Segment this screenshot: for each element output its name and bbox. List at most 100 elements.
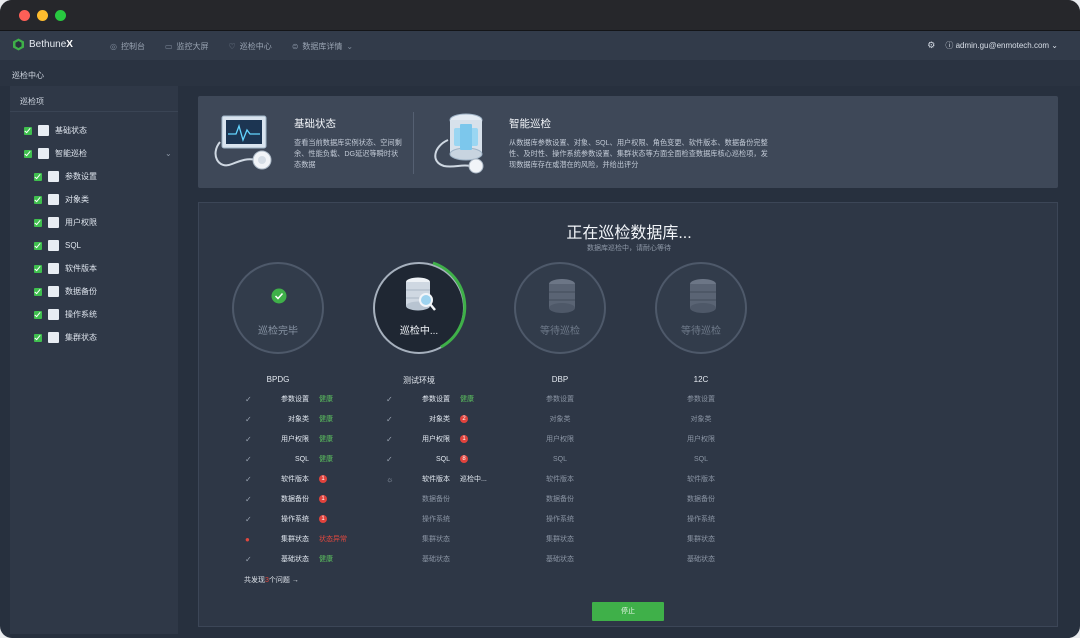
checkbox-icon[interactable] — [34, 287, 42, 296]
result-row: ✓ 对象类 健康 — [245, 414, 333, 424]
checkbox-icon[interactable] — [34, 195, 42, 204]
check-icon: ✓ — [245, 494, 252, 504]
check-label: 参数设置 — [546, 396, 574, 403]
chevron-down-icon[interactable]: ⌄ — [165, 149, 172, 158]
db-status-circle-bpdg[interactable]: 巡检完毕 — [232, 262, 324, 354]
db-name-dbp: DBP — [551, 375, 569, 384]
check-label: 用户权限 — [422, 436, 450, 443]
db-name-12c: 12C — [693, 375, 709, 384]
user-menu[interactable]: ⓘ admin.gu@enmotech.com ⌄ — [945, 40, 1058, 51]
result-row: ✓ 对象类 2 — [386, 414, 468, 424]
issue-count-badge[interactable]: 2 — [460, 415, 468, 423]
issue-count-badge[interactable]: 1 — [319, 475, 327, 483]
chevron-down-icon: ⌄ — [1051, 41, 1058, 50]
issue-count-badge[interactable]: 8 — [460, 455, 468, 463]
sidebar-item-label: 基础状态 — [55, 126, 87, 135]
database-stethoscope-icon — [434, 113, 484, 174]
result-row: 数据备份 — [505, 494, 615, 504]
smart-inspection-title: 智能巡检 — [509, 118, 551, 130]
check-label: 对象类 — [429, 416, 450, 423]
error-icon: ● — [245, 534, 250, 544]
close-window-button[interactable] — [19, 10, 30, 21]
user-icon — [48, 217, 59, 228]
inspection-icon: ♡ — [228, 42, 236, 51]
sidebar-item-objects[interactable]: 对象类 — [34, 194, 89, 205]
sidebar-item-software[interactable]: 软件版本 — [34, 263, 97, 274]
check-label: 数据备份 — [422, 496, 450, 503]
stop-button[interactable]: 停止 — [592, 602, 664, 621]
sidebar-item-label: 集群状态 — [65, 333, 97, 342]
result-row: 基础状态 — [646, 554, 756, 564]
sidebar-item-backup[interactable]: 数据备份 — [34, 286, 97, 297]
checkbox-icon[interactable] — [34, 218, 42, 227]
result-row: ☼ 软件版本 巡检中... — [386, 474, 487, 484]
check-label: SQL — [435, 455, 450, 463]
status-text: 健康 — [319, 556, 333, 563]
nav-db-details[interactable]: ⊜ 数据库详情 ⌄ — [292, 41, 353, 52]
sidebar-item-label: 对象类 — [65, 195, 89, 204]
check-label: 软件版本 — [281, 476, 309, 483]
sidebar-item-label: SQL — [65, 241, 82, 250]
brand-logo[interactable]: Bethune X — [12, 38, 73, 51]
result-row: 对象类 — [505, 414, 615, 424]
check-icon: ✓ — [386, 434, 393, 444]
sidebar: 巡检项 基础状态 智能巡检 ⌄ 参数设置 对象类 用户权限 SQL 软件版本 数… — [10, 86, 178, 634]
nav-console-label: 控制台 — [120, 42, 145, 51]
result-row: ✓ 软件版本 1 — [245, 474, 327, 484]
issues-summary-link[interactable]: 共发现3个问题 → — [244, 575, 299, 585]
check-label: 集群状态 — [281, 536, 309, 543]
db-status-circle-12c[interactable]: 等待巡检 — [655, 262, 747, 354]
chart-icon — [38, 125, 49, 136]
user-email: admin.gu@enmotech.com — [955, 41, 1050, 50]
result-row: 对象类 — [646, 414, 756, 424]
brand-name: Bethune — [29, 39, 67, 50]
status-text: 健康 — [319, 456, 333, 463]
check-label: 操作系统 — [546, 516, 574, 523]
checkbox-icon[interactable] — [34, 310, 42, 319]
issue-count-badge[interactable]: 1 — [319, 495, 327, 503]
minimize-window-button[interactable] — [37, 10, 48, 21]
nav-console[interactable]: ◎ 控制台 — [110, 41, 145, 52]
status-text: 健康 — [319, 396, 333, 403]
nav-inspection[interactable]: ♡ 巡检中心 — [229, 41, 272, 52]
check-label: 基础状态 — [687, 556, 715, 563]
issue-count-badge[interactable]: 1 — [460, 435, 468, 443]
checkbox-icon[interactable] — [34, 333, 42, 342]
sidebar-item-os[interactable]: 操作系统 — [34, 309, 97, 320]
result-row: 数据备份 — [386, 494, 450, 504]
checkbox-icon[interactable] — [24, 149, 32, 158]
check-label: 软件版本 — [546, 476, 574, 483]
sidebar-item-cluster[interactable]: 集群状态 — [34, 332, 97, 343]
basic-status-desc-2: 余、性能负载、DG延迟等瞬时状 — [294, 149, 399, 158]
checkbox-icon[interactable] — [34, 172, 42, 181]
sidebar-item-sql[interactable]: SQL — [34, 240, 81, 251]
result-row: ✓ SQL 8 — [386, 454, 468, 464]
db-name-test: 测试环境 — [403, 376, 435, 385]
checkbox-icon[interactable] — [24, 126, 32, 135]
nav-monitor[interactable]: ▭ 监控大屏 — [165, 41, 209, 52]
result-row: ✓ 参数设置 健康 — [245, 394, 333, 404]
cluster-icon — [48, 332, 59, 343]
sidebar-item-permissions[interactable]: 用户权限 — [34, 217, 97, 228]
result-row: 操作系统 — [505, 514, 615, 524]
check-label: 基础状态 — [546, 556, 574, 563]
issue-count-badge[interactable]: 1 — [319, 515, 327, 523]
basic-status-desc-1: 查看当前数据库实例状态、空间剩 — [294, 138, 402, 147]
result-row: ✓ SQL 健康 — [245, 454, 333, 464]
result-row: 基础状态 — [386, 554, 450, 564]
db-status-circle-dbp[interactable]: 等待巡检 — [514, 262, 606, 354]
sql-icon — [48, 240, 59, 251]
check-label: 参数设置 — [687, 396, 715, 403]
sidebar-item-smart-inspection[interactable]: 智能巡检 — [24, 148, 87, 159]
checkbox-icon[interactable] — [34, 264, 42, 273]
nav-db-details-label: 数据库详情 — [302, 42, 343, 51]
sidebar-item-basic-status[interactable]: 基础状态 — [24, 125, 87, 136]
sidebar-item-params[interactable]: 参数设置 — [34, 171, 97, 182]
maximize-window-button[interactable] — [55, 10, 66, 21]
gear-icon[interactable]: ⚙ — [927, 40, 935, 51]
database-icon: ⊜ — [291, 42, 299, 51]
dashboard-icon: ◎ — [110, 42, 117, 51]
checkbox-icon[interactable] — [34, 241, 42, 250]
sidebar-item-label: 操作系统 — [65, 310, 97, 319]
breadcrumb-label: 巡检中心 — [12, 71, 44, 80]
